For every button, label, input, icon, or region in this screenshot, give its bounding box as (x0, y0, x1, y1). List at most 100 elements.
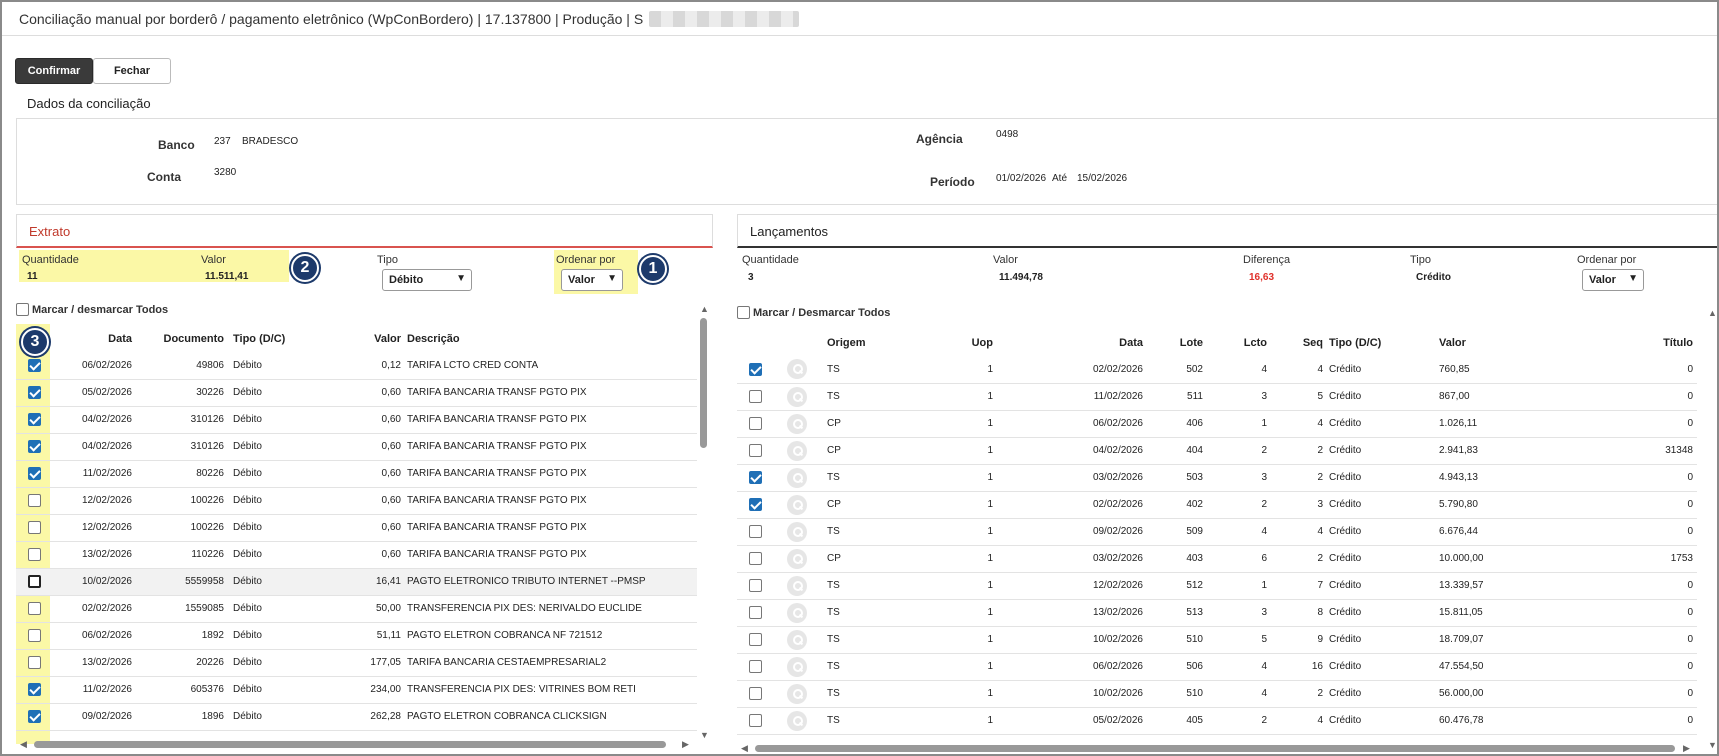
table-row[interactable]: 10/02/2026 5559958 Débito 16,41 PAGTO ELETRO… (16, 568, 697, 596)
table-row[interactable]: TS 1 05/02/2026 405 2 4 Crédito 60.476,78 0 (737, 707, 1697, 735)
row-checkbox[interactable] (27, 683, 41, 696)
row-checkbox[interactable] (27, 386, 41, 399)
search-icon[interactable] (787, 359, 807, 380)
table-row[interactable]: 11/02/2026 80226 Débito 0,60 TARIFA BANCARIA… (16, 460, 697, 488)
table-row[interactable]: 02/02/2026 1559085 Débito 50,00 TRANSFERENCI… (16, 595, 697, 623)
search-icon[interactable] (787, 683, 807, 704)
search-icon[interactable] (787, 710, 807, 731)
lancamentos-vertical-scrollbar[interactable]: ▲ ▼ (1707, 308, 1717, 750)
table-row[interactable]: 12/02/2026 100226 Débito 0,60 TARIFA BANCARI… (16, 487, 697, 515)
row-checkbox[interactable] (748, 606, 762, 619)
extrato-horizontal-scrollbar[interactable]: ◀ ▶ (16, 739, 696, 750)
row-checkbox[interactable] (748, 552, 762, 565)
row-checkbox[interactable] (748, 390, 762, 403)
table-row[interactable]: 13/02/2026 20226 Débito 177,05 TARIFA BANCAR… (16, 649, 697, 677)
scroll-down-arrow[interactable]: ▼ (1708, 740, 1717, 750)
row-checkbox[interactable] (27, 602, 41, 615)
table-row[interactable]: TS 1 09/02/2026 509 4 4 Crédito 6.676,44 0 (737, 518, 1697, 546)
table-row[interactable]: TS 1 11/02/2026 511 3 5 Crédito 867,00 0 (737, 383, 1697, 411)
search-icon[interactable] (787, 575, 807, 596)
search-icon[interactable] (787, 548, 807, 569)
scroll-up-arrow[interactable]: ▲ (1708, 308, 1717, 318)
lancamentos-horizontal-scrollbar[interactable]: ◀ ▶ (737, 743, 1697, 754)
search-icon[interactable] (787, 386, 807, 407)
row-checkbox[interactable] (748, 714, 762, 727)
table-row[interactable]: TS 1 12/02/2026 512 1 7 Crédito 13.339,57 0 (737, 572, 1697, 600)
redacted-text (649, 10, 800, 27)
scroll-thumb[interactable] (700, 318, 707, 448)
scroll-thumb[interactable] (34, 741, 666, 748)
row-checkbox[interactable] (748, 633, 762, 646)
confirm-button[interactable]: Confirmar (15, 58, 93, 84)
scroll-up-arrow[interactable]: ▲ (700, 304, 709, 314)
table-row[interactable]: 13/02/2026 110226 Débito 0,60 TARIFA BANCARI… (16, 541, 697, 569)
row-checkbox[interactable] (27, 358, 41, 372)
table-row[interactable]: TS 1 06/02/2026 506 4 16 Crédito 47.554,50 0 (737, 653, 1697, 681)
table-row[interactable]: TS 1 02/02/2026 502 4 4 Crédito 760,85 0 (737, 356, 1697, 384)
search-icon[interactable] (787, 521, 807, 542)
table-row[interactable]: TS 1 10/02/2026 510 5 9 Crédito 18.709,07 0 (737, 626, 1697, 654)
scroll-left-arrow[interactable]: ◀ (20, 739, 27, 750)
select-all-checkbox[interactable] (737, 306, 750, 319)
row-checkbox[interactable] (27, 467, 41, 480)
table-row[interactable]: 09/02/2026 1896 Débito 262,28 PAGTO ELETRON … (16, 703, 697, 731)
row-checkbox[interactable] (748, 579, 762, 592)
extrato-ordenar-select[interactable]: Valor ▼ (561, 269, 623, 291)
lanc-ordenar-select[interactable]: Valor ▼ (1582, 269, 1644, 291)
table-row[interactable]: TS 1 03/02/2026 503 3 2 Crédito 4.943,13 0 (737, 464, 1697, 492)
row-checkbox[interactable] (27, 629, 41, 642)
row-checkbox[interactable] (27, 548, 41, 561)
lanc-select-all[interactable]: Marcar / Desmarcar Todos (737, 306, 890, 319)
scroll-down-arrow[interactable]: ▼ (700, 730, 709, 740)
table-row[interactable]: 04/02/2026 310126 Débito 0,60 TARIFA BANCARI… (16, 406, 697, 434)
table-row[interactable]: TS 1 13/02/2026 513 3 8 Crédito 15.811,05 0 (737, 599, 1697, 627)
table-row[interactable]: 06/02/2026 49806 Débito 0,12 TARIFA LCTO CRE… (16, 352, 697, 380)
search-icon[interactable] (787, 656, 807, 677)
select-all-checkbox[interactable] (16, 303, 29, 316)
search-icon[interactable] (787, 440, 807, 461)
search-icon[interactable] (787, 467, 807, 488)
row-checkbox[interactable] (27, 575, 41, 588)
row-checkbox[interactable] (748, 471, 762, 484)
table-row[interactable]: 11/02/2026 605376 Débito 234,00 TRANSFERENCI… (16, 676, 697, 704)
scroll-thumb[interactable] (755, 745, 1675, 752)
row-checkbox-cell (16, 595, 52, 623)
row-checkbox[interactable] (27, 413, 41, 426)
cell-origem: TS (821, 707, 915, 735)
table-row[interactable]: CP 1 04/02/2026 404 2 2 Crédito 2.941,83 31348 (737, 437, 1697, 465)
extrato-tipo-select[interactable]: Débito ▼ (382, 269, 472, 291)
row-checkbox[interactable] (748, 687, 762, 700)
search-icon[interactable] (787, 602, 807, 623)
search-icon[interactable] (787, 413, 807, 434)
table-row[interactable]: 04/02/2026 310126 Débito 0,60 TARIFA BANCARI… (16, 433, 697, 461)
extrato-vertical-scrollbar[interactable]: ▲ ▼ (699, 304, 709, 740)
row-checkbox[interactable] (748, 444, 762, 457)
table-row[interactable]: 12/02/2026 100226 Débito 0,60 TARIFA BANCARI… (16, 514, 697, 542)
scroll-right-arrow[interactable]: ▶ (1683, 743, 1690, 754)
row-checkbox[interactable] (27, 494, 41, 507)
col-data: Data (1119, 337, 1143, 349)
row-checkbox[interactable] (748, 525, 762, 538)
row-checkbox[interactable] (27, 521, 41, 534)
row-checkbox[interactable] (27, 710, 41, 723)
search-icon[interactable] (787, 629, 807, 650)
row-checkbox[interactable] (27, 656, 41, 669)
search-icon[interactable] (787, 494, 807, 515)
close-button[interactable]: Fechar (93, 58, 171, 84)
row-checkbox[interactable] (748, 362, 762, 376)
row-checkbox[interactable] (27, 440, 41, 453)
row-checkbox[interactable] (748, 417, 762, 430)
extrato-select-all[interactable]: Marcar / desmarcar Todos (16, 303, 168, 316)
row-checkbox[interactable] (748, 498, 762, 511)
table-row[interactable]: CP 1 06/02/2026 406 1 4 Crédito 1.026,11 0 (737, 410, 1697, 438)
scroll-left-arrow[interactable]: ◀ (741, 743, 748, 754)
table-row[interactable]: TS 1 10/02/2026 510 4 2 Crédito 56.000,00 0 (737, 680, 1697, 708)
scroll-right-arrow[interactable]: ▶ (682, 739, 689, 750)
row-checkbox[interactable] (748, 660, 762, 673)
chevron-down-icon: ▼ (607, 273, 617, 284)
table-row[interactable]: 05/02/2026 30226 Débito 0,60 TARIFA BANCARIA… (16, 379, 697, 407)
cell-lcto: 1 (1205, 572, 1269, 600)
table-row[interactable]: 06/02/2026 1892 Débito 51,11 PAGTO ELETRON C… (16, 622, 697, 650)
table-row[interactable]: CP 1 03/02/2026 403 6 2 Crédito 10.000,00 1753 (737, 545, 1697, 573)
table-row[interactable]: CP 1 02/02/2026 402 2 3 Crédito 5.790,80 0 (737, 491, 1697, 519)
